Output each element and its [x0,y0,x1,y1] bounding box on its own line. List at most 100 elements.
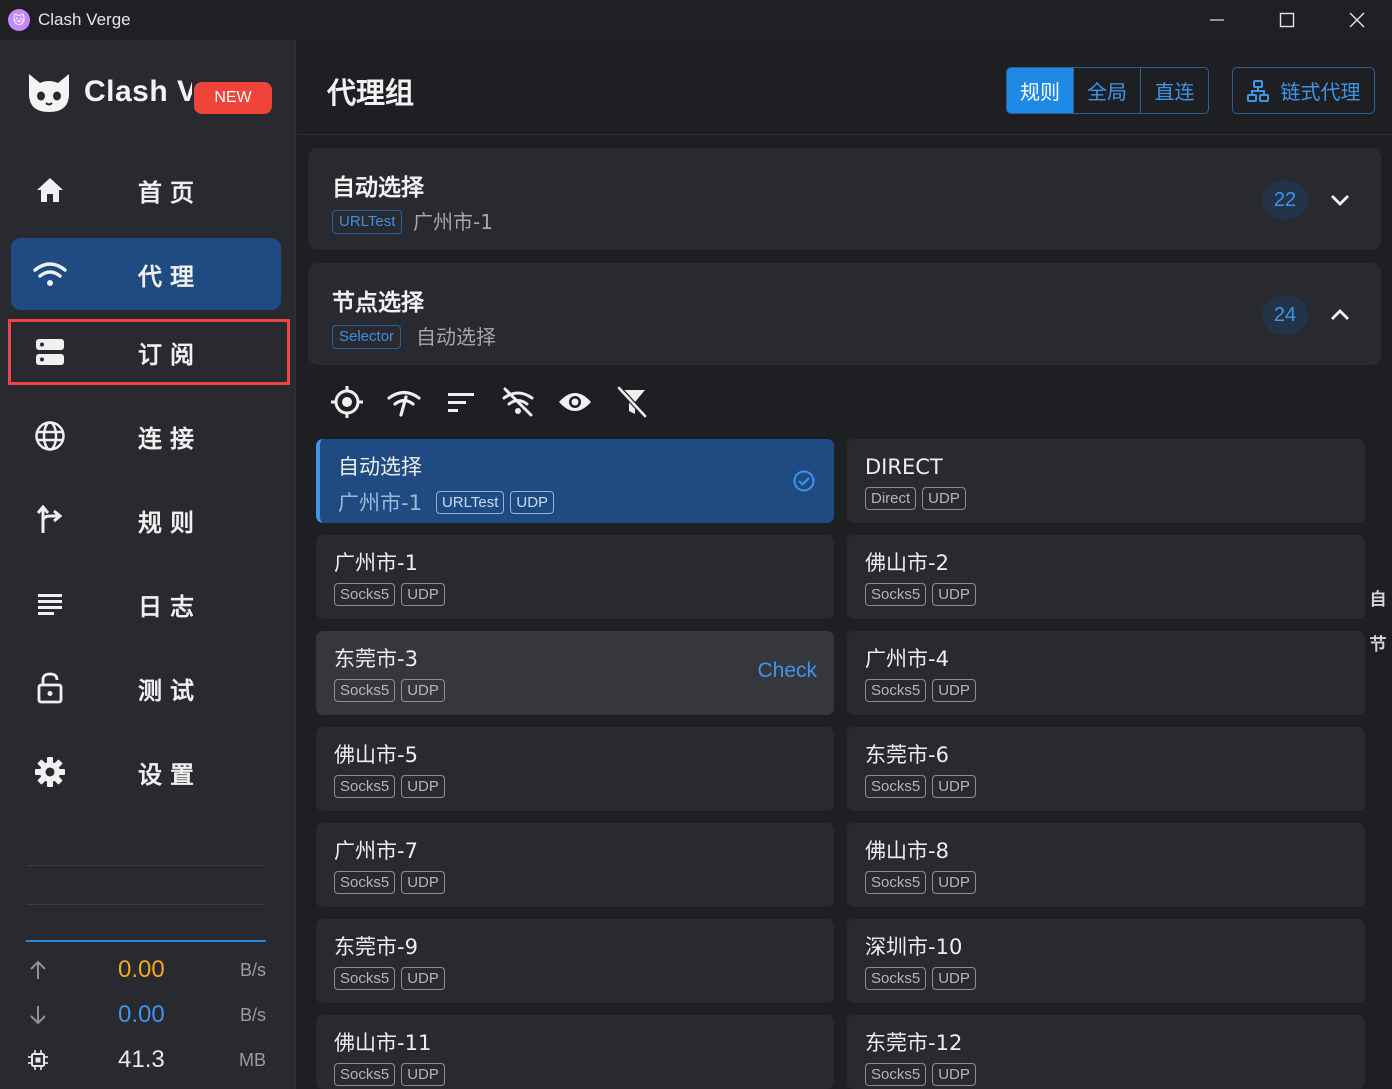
close-icon [1349,12,1365,28]
sidebar-item-proxy[interactable]: 代理 [11,238,281,310]
mode-direct-button[interactable]: 直连 [1141,68,1208,113]
proxy-name: 广州市-7 [334,839,418,863]
proxy-meta: Socks5 UDP [865,775,982,798]
proxy-group-card[interactable]: 自动选择 URLTest 广州市-1 22 [308,148,1381,250]
proxy-item[interactable]: 佛山市-5 Socks5 UDP [316,727,834,811]
group-type-badge: URLTest [332,210,403,234]
chevron-down-icon[interactable] [1326,186,1354,214]
sidebar-divider [27,904,265,905]
filter-off-icon[interactable] [612,382,652,422]
cat-logo-icon [29,74,69,112]
chain-proxy-button[interactable]: 链式代理 [1232,67,1375,114]
proxy-meta: Socks5 UDP [334,583,451,606]
proxy-type-tag: Socks5 [865,871,927,894]
sidebar-nav: 首页 代理 订阅 连接 规则 日志 测试 设置 [8,154,290,820]
minimize-icon [1210,19,1224,21]
proxy-type-tag: Socks5 [334,583,396,606]
page-header: 代理组 规则 全局 直连 链式代理 [297,40,1392,135]
page-title: 代理组 [327,76,415,110]
proxy-item[interactable]: 佛山市-8 Socks5 UDP [847,823,1365,907]
download-unit: B/s [239,1004,266,1025]
proxy-type-tag: Socks5 [865,775,927,798]
proxy-item[interactable]: 佛山市-11 Socks5 UDP [316,1015,834,1089]
memory-value: 41.3 [118,1046,165,1073]
mode-global-button[interactable]: 全局 [1074,68,1141,113]
proxy-item[interactable]: 自动选择 广州市-1 URLTest UDP [316,439,834,523]
app-logo-icon: 🐱 [8,9,30,31]
udp-tag: UDP [932,679,976,702]
globe-icon [33,419,67,453]
close-button[interactable] [1322,0,1392,40]
proxy-name: 广州市-4 [865,647,949,671]
proxy-type-tag: Socks5 [865,967,927,990]
sidebar-item-settings[interactable]: 设置 [11,736,281,808]
eye-icon[interactable] [555,382,595,422]
chevron-up-icon[interactable] [1326,301,1354,329]
udp-tag: UDP [510,490,555,514]
proxy-item[interactable]: 东莞市-6 Socks5 UDP [847,727,1365,811]
udp-tag: UDP [401,871,445,894]
proxy-item[interactable]: 东莞市-12 Socks5 UDP [847,1015,1365,1089]
sidebar-item-logs[interactable]: 日志 [11,568,281,640]
udp-tag: UDP [401,1063,445,1086]
proxy-item[interactable]: 深圳市-10 Socks5 UDP [847,919,1365,1003]
group-index-item[interactable]: 节 [1366,630,1390,655]
proxy-meta: Socks5 UDP [865,871,982,894]
proxy-name: 东莞市-9 [334,935,418,959]
minimize-button[interactable] [1182,0,1252,40]
upload-unit: B/s [239,959,266,980]
app-window: 🐱 Clash Verge Clash Verge NEW [0,0,1392,1089]
group-index-item[interactable]: 自 [1366,585,1390,610]
sidebar-item-connections[interactable]: 连接 [11,400,281,472]
proxy-item[interactable]: 东莞市-9 Socks5 UDP [316,919,834,1003]
title-bar: 🐱 Clash Verge [0,0,1392,40]
chain-proxy-label: 链式代理 [1280,80,1361,104]
udp-tag: UDP [401,583,445,606]
proxy-item[interactable]: 东莞市-3 Socks5 UDP Check [316,631,834,715]
proxy-name: 东莞市-12 [865,1031,963,1055]
download-speed: 0.00 B/s [26,997,266,1033]
udp-tag: UDP [401,679,445,702]
sidebar-item-label: 规则 [138,508,202,537]
locate-icon[interactable] [327,382,367,422]
group-node-count: 22 [1262,181,1308,219]
sidebar-item-rules[interactable]: 规则 [11,484,281,556]
proxy-meta: Socks5 UDP [334,1063,451,1086]
maximize-icon [1279,12,1295,28]
sidebar-item-subscription[interactable]: 订阅 [8,319,290,385]
check-circle-icon [792,469,816,497]
sidebar-item-label: 代理 [138,262,202,291]
proxy-item[interactable]: 佛山市-2 Socks5 UDP [847,535,1365,619]
proxy-meta: 广州市-1 URLTest UDP [338,487,560,517]
proxy-group-card[interactable]: 节点选择 Selector 自动选择 24 [308,263,1381,365]
proxy-name: 佛山市-11 [334,1031,432,1055]
proxy-meta: Socks5 UDP [334,775,451,798]
proxy-item[interactable]: 广州市-1 Socks5 UDP [316,535,834,619]
proxy-item[interactable]: 广州市-4 Socks5 UDP [847,631,1365,715]
proxy-item[interactable]: DIRECT Direct UDP [847,439,1365,523]
sidebar-item-test[interactable]: 测试 [11,652,281,724]
sidebar-item-label: 订阅 [138,340,202,369]
url-test-off-icon[interactable] [498,382,538,422]
proxy-name: 佛山市-2 [865,551,949,575]
delay-check-button[interactable]: Check [757,659,817,683]
new-badge[interactable]: NEW [194,82,272,114]
group-name: 节点选择 [332,290,424,316]
sidebar-item-label: 首页 [138,178,202,207]
proxy-type-tag: Socks5 [334,1063,396,1086]
maximize-button[interactable] [1252,0,1322,40]
arrow-down-icon [26,1003,50,1027]
sort-icon[interactable] [441,382,481,422]
download-value: 0.00 [118,1001,165,1028]
home-icon [33,173,67,207]
proxy-item[interactable]: 广州市-7 Socks5 UDP [316,823,834,907]
proxy-name: 东莞市-6 [865,743,949,767]
sidebar-item-home[interactable]: 首页 [11,154,281,226]
lock-icon [33,671,67,705]
udp-tag: UDP [932,871,976,894]
list-icon [33,587,67,621]
proxy-name: 佛山市-5 [334,743,418,767]
delay-test-icon[interactable] [384,382,424,422]
mode-rule-button[interactable]: 规则 [1007,68,1074,113]
group-current-node: 广州市-1 [413,210,493,234]
